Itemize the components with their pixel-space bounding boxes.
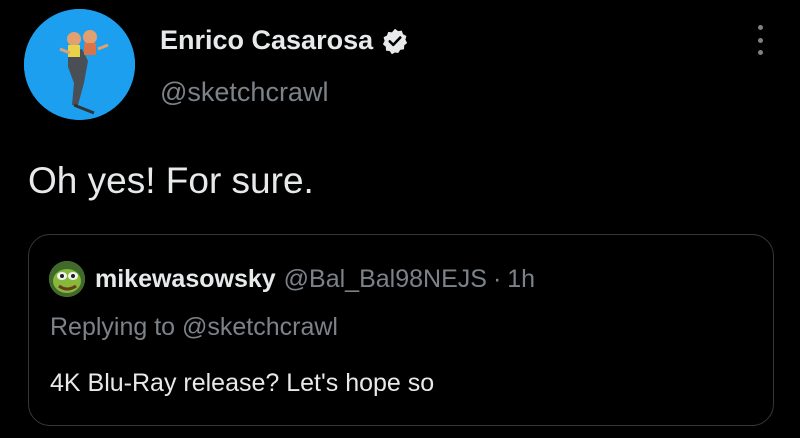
quote-author-name[interactable]: mikewasowsky [95,265,276,294]
author-avatar[interactable] [24,9,135,120]
author-name[interactable]: Enrico Casarosa [160,25,373,56]
author-handle[interactable]: @sketchcrawl [160,77,328,108]
avatar-illustration [49,261,85,297]
quote-timestamp[interactable]: 1h [507,265,535,294]
author-name-row[interactable]: Enrico Casarosa [160,25,409,56]
more-dot [757,25,763,30]
quote-header: mikewasowsky @Bal_Bal98NEJS · 1h [49,261,535,297]
separator-dot: · [492,264,502,293]
quote-author-handle[interactable]: @Bal_Bal98NEJS [284,265,487,294]
tweet-text: Oh yes! For sure. [28,160,314,201]
more-dot [757,50,763,55]
replying-to-text: Replying to @sketchcrawl [50,313,338,341]
quote-author-avatar[interactable] [49,261,85,297]
more-dot [757,37,763,43]
verified-badge-icon [382,28,408,54]
avatar-illustration [24,9,135,120]
quoted-tweet-card[interactable]: mikewasowsky @Bal_Bal98NEJS · 1h Replyin… [28,234,774,426]
more-vertical-icon[interactable] [748,22,772,58]
quote-text: 4K Blu-Ray release? Let's hope so [50,369,435,397]
